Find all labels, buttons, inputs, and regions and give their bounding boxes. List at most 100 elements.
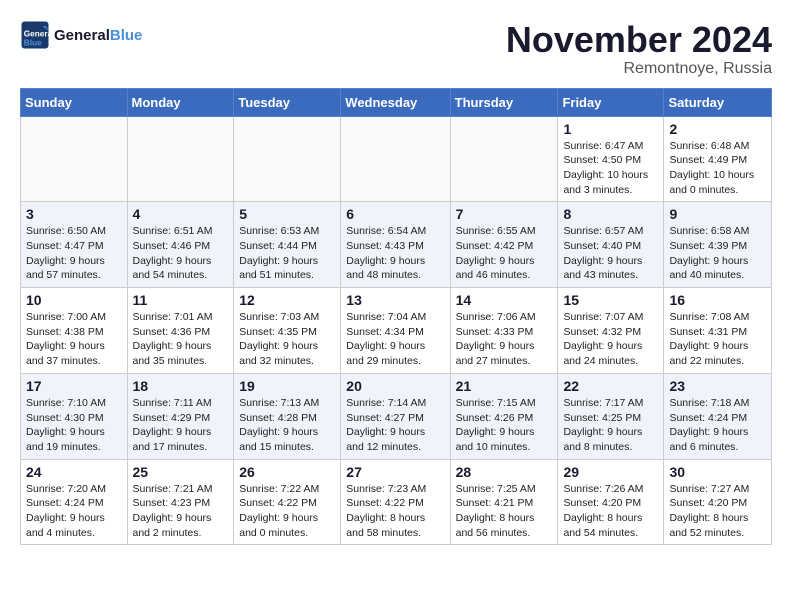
calendar-cell: 26 Sunrise: 7:22 AM Sunset: 4:22 PM Dayli… bbox=[234, 459, 341, 545]
calendar-cell: 2 Sunrise: 6:48 AM Sunset: 4:49 PM Daylig… bbox=[664, 116, 772, 202]
day-number: 7 bbox=[456, 206, 553, 222]
day-info: Sunrise: 7:11 AM Sunset: 4:29 PM Dayligh… bbox=[133, 396, 229, 455]
location: Remontnoye, Russia bbox=[506, 60, 772, 78]
calendar-cell: 8 Sunrise: 6:57 AM Sunset: 4:40 PM Daylig… bbox=[558, 202, 664, 288]
day-number: 29 bbox=[563, 464, 658, 480]
day-info: Sunrise: 7:21 AM Sunset: 4:23 PM Dayligh… bbox=[133, 482, 229, 541]
day-info: Sunrise: 7:14 AM Sunset: 4:27 PM Dayligh… bbox=[346, 396, 444, 455]
calendar-week-row: 17 Sunrise: 7:10 AM Sunset: 4:30 PM Dayli… bbox=[21, 373, 772, 459]
day-number: 26 bbox=[239, 464, 335, 480]
calendar-header-row: SundayMondayTuesdayWednesdayThursdayFrid… bbox=[21, 88, 772, 116]
calendar-cell bbox=[450, 116, 558, 202]
day-number: 11 bbox=[133, 292, 229, 308]
calendar-cell: 1 Sunrise: 6:47 AM Sunset: 4:50 PM Daylig… bbox=[558, 116, 664, 202]
header-cell-wednesday: Wednesday bbox=[341, 88, 450, 116]
day-info: Sunrise: 6:55 AM Sunset: 4:42 PM Dayligh… bbox=[456, 224, 553, 283]
day-info: Sunrise: 6:53 AM Sunset: 4:44 PM Dayligh… bbox=[239, 224, 335, 283]
logo-text: GeneralBlue bbox=[54, 27, 142, 44]
day-number: 20 bbox=[346, 378, 444, 394]
day-info: Sunrise: 6:57 AM Sunset: 4:40 PM Dayligh… bbox=[563, 224, 658, 283]
day-number: 30 bbox=[669, 464, 766, 480]
day-number: 17 bbox=[26, 378, 122, 394]
title-area: November 2024 Remontnoye, Russia bbox=[506, 20, 772, 78]
logo: General Blue GeneralBlue bbox=[20, 20, 142, 50]
day-number: 18 bbox=[133, 378, 229, 394]
day-number: 28 bbox=[456, 464, 553, 480]
day-number: 27 bbox=[346, 464, 444, 480]
calendar-cell: 12Sunrise: 7:03 AM Sunset: 4:35 PM Dayli… bbox=[234, 288, 341, 374]
day-info: Sunrise: 7:18 AM Sunset: 4:24 PM Dayligh… bbox=[669, 396, 766, 455]
calendar-cell: 21Sunrise: 7:15 AM Sunset: 4:26 PM Dayli… bbox=[450, 373, 558, 459]
day-number: 5 bbox=[239, 206, 335, 222]
calendar-table: SundayMondayTuesdayWednesdayThursdayFrid… bbox=[20, 88, 772, 546]
header-cell-sunday: Sunday bbox=[21, 88, 128, 116]
calendar-cell: 10 Sunrise: 7:00 AM Sunset: 4:38 PM Dayli… bbox=[21, 288, 128, 374]
calendar-cell: 6Sunrise: 6:54 AM Sunset: 4:43 PM Daylig… bbox=[341, 202, 450, 288]
svg-text:General: General bbox=[24, 30, 50, 39]
calendar-week-row: 1 Sunrise: 6:47 AM Sunset: 4:50 PM Daylig… bbox=[21, 116, 772, 202]
calendar-week-row: 24 Sunrise: 7:20 AM Sunset: 4:24 PM Dayli… bbox=[21, 459, 772, 545]
calendar-cell: 17 Sunrise: 7:10 AM Sunset: 4:30 PM Dayli… bbox=[21, 373, 128, 459]
calendar-cell: 9Sunrise: 6:58 AM Sunset: 4:39 PM Daylig… bbox=[664, 202, 772, 288]
day-info: Sunrise: 7:00 AM Sunset: 4:38 PM Dayligh… bbox=[26, 310, 122, 369]
calendar-week-row: 3Sunrise: 6:50 AM Sunset: 4:47 PM Daylig… bbox=[21, 202, 772, 288]
day-number: 6 bbox=[346, 206, 444, 222]
calendar-cell: 28Sunrise: 7:25 AM Sunset: 4:21 PM Dayli… bbox=[450, 459, 558, 545]
calendar-cell: 16Sunrise: 7:08 AM Sunset: 4:31 PM Dayli… bbox=[664, 288, 772, 374]
day-info: Sunrise: 7:13 AM Sunset: 4:28 PM Dayligh… bbox=[239, 396, 335, 455]
day-info: Sunrise: 7:06 AM Sunset: 4:33 PM Dayligh… bbox=[456, 310, 553, 369]
day-number: 8 bbox=[563, 206, 658, 222]
day-info: Sunrise: 7:20 AM Sunset: 4:24 PM Dayligh… bbox=[26, 482, 122, 541]
day-info: Sunrise: 7:26 AM Sunset: 4:20 PM Dayligh… bbox=[563, 482, 658, 541]
header-cell-thursday: Thursday bbox=[450, 88, 558, 116]
day-number: 19 bbox=[239, 378, 335, 394]
day-number: 9 bbox=[669, 206, 766, 222]
day-number: 12 bbox=[239, 292, 335, 308]
header-cell-saturday: Saturday bbox=[664, 88, 772, 116]
day-info: Sunrise: 6:48 AM Sunset: 4:49 PM Dayligh… bbox=[669, 139, 766, 198]
calendar-cell: 27 Sunrise: 7:23 AM Sunset: 4:22 PM Dayli… bbox=[341, 459, 450, 545]
calendar-cell: 22 Sunrise: 7:17 AM Sunset: 4:25 PM Dayli… bbox=[558, 373, 664, 459]
day-info: Sunrise: 7:10 AM Sunset: 4:30 PM Dayligh… bbox=[26, 396, 122, 455]
calendar-cell: 15 Sunrise: 7:07 AM Sunset: 4:32 PM Dayli… bbox=[558, 288, 664, 374]
day-info: Sunrise: 7:01 AM Sunset: 4:36 PM Dayligh… bbox=[133, 310, 229, 369]
month-title: November 2024 bbox=[506, 20, 772, 60]
calendar-cell: 18 Sunrise: 7:11 AM Sunset: 4:29 PM Dayli… bbox=[127, 373, 234, 459]
day-number: 24 bbox=[26, 464, 122, 480]
logo-icon: General Blue bbox=[20, 20, 50, 50]
calendar-cell: 11 Sunrise: 7:01 AM Sunset: 4:36 PM Dayli… bbox=[127, 288, 234, 374]
svg-text:Blue: Blue bbox=[24, 39, 42, 48]
day-info: Sunrise: 7:08 AM Sunset: 4:31 PM Dayligh… bbox=[669, 310, 766, 369]
day-number: 2 bbox=[669, 121, 766, 137]
header: General Blue GeneralBlue November 2024 R… bbox=[20, 20, 772, 78]
day-info: Sunrise: 6:51 AM Sunset: 4:46 PM Dayligh… bbox=[133, 224, 229, 283]
calendar-cell: 19 Sunrise: 7:13 AM Sunset: 4:28 PM Dayli… bbox=[234, 373, 341, 459]
day-number: 21 bbox=[456, 378, 553, 394]
day-info: Sunrise: 7:23 AM Sunset: 4:22 PM Dayligh… bbox=[346, 482, 444, 541]
day-info: Sunrise: 6:47 AM Sunset: 4:50 PM Dayligh… bbox=[563, 139, 658, 198]
day-info: Sunrise: 7:07 AM Sunset: 4:32 PM Dayligh… bbox=[563, 310, 658, 369]
calendar-cell: 14Sunrise: 7:06 AM Sunset: 4:33 PM Dayli… bbox=[450, 288, 558, 374]
day-info: Sunrise: 7:17 AM Sunset: 4:25 PM Dayligh… bbox=[563, 396, 658, 455]
calendar-cell: 30 Sunrise: 7:27 AM Sunset: 4:20 PM Dayli… bbox=[664, 459, 772, 545]
day-number: 15 bbox=[563, 292, 658, 308]
day-number: 13 bbox=[346, 292, 444, 308]
calendar-cell: 24 Sunrise: 7:20 AM Sunset: 4:24 PM Dayli… bbox=[21, 459, 128, 545]
day-number: 1 bbox=[563, 121, 658, 137]
day-number: 4 bbox=[133, 206, 229, 222]
calendar-cell: 20 Sunrise: 7:14 AM Sunset: 4:27 PM Dayli… bbox=[341, 373, 450, 459]
calendar-cell: 23Sunrise: 7:18 AM Sunset: 4:24 PM Dayli… bbox=[664, 373, 772, 459]
day-info: Sunrise: 7:27 AM Sunset: 4:20 PM Dayligh… bbox=[669, 482, 766, 541]
day-number: 10 bbox=[26, 292, 122, 308]
calendar-cell bbox=[341, 116, 450, 202]
calendar-cell: 29 Sunrise: 7:26 AM Sunset: 4:20 PM Dayli… bbox=[558, 459, 664, 545]
day-info: Sunrise: 7:22 AM Sunset: 4:22 PM Dayligh… bbox=[239, 482, 335, 541]
calendar-cell: 13Sunrise: 7:04 AM Sunset: 4:34 PM Dayli… bbox=[341, 288, 450, 374]
day-number: 3 bbox=[26, 206, 122, 222]
header-cell-tuesday: Tuesday bbox=[234, 88, 341, 116]
day-number: 22 bbox=[563, 378, 658, 394]
calendar-cell: 25Sunrise: 7:21 AM Sunset: 4:23 PM Dayli… bbox=[127, 459, 234, 545]
calendar-cell bbox=[127, 116, 234, 202]
calendar-cell: 5 Sunrise: 6:53 AM Sunset: 4:44 PM Daylig… bbox=[234, 202, 341, 288]
calendar-cell: 3Sunrise: 6:50 AM Sunset: 4:47 PM Daylig… bbox=[21, 202, 128, 288]
